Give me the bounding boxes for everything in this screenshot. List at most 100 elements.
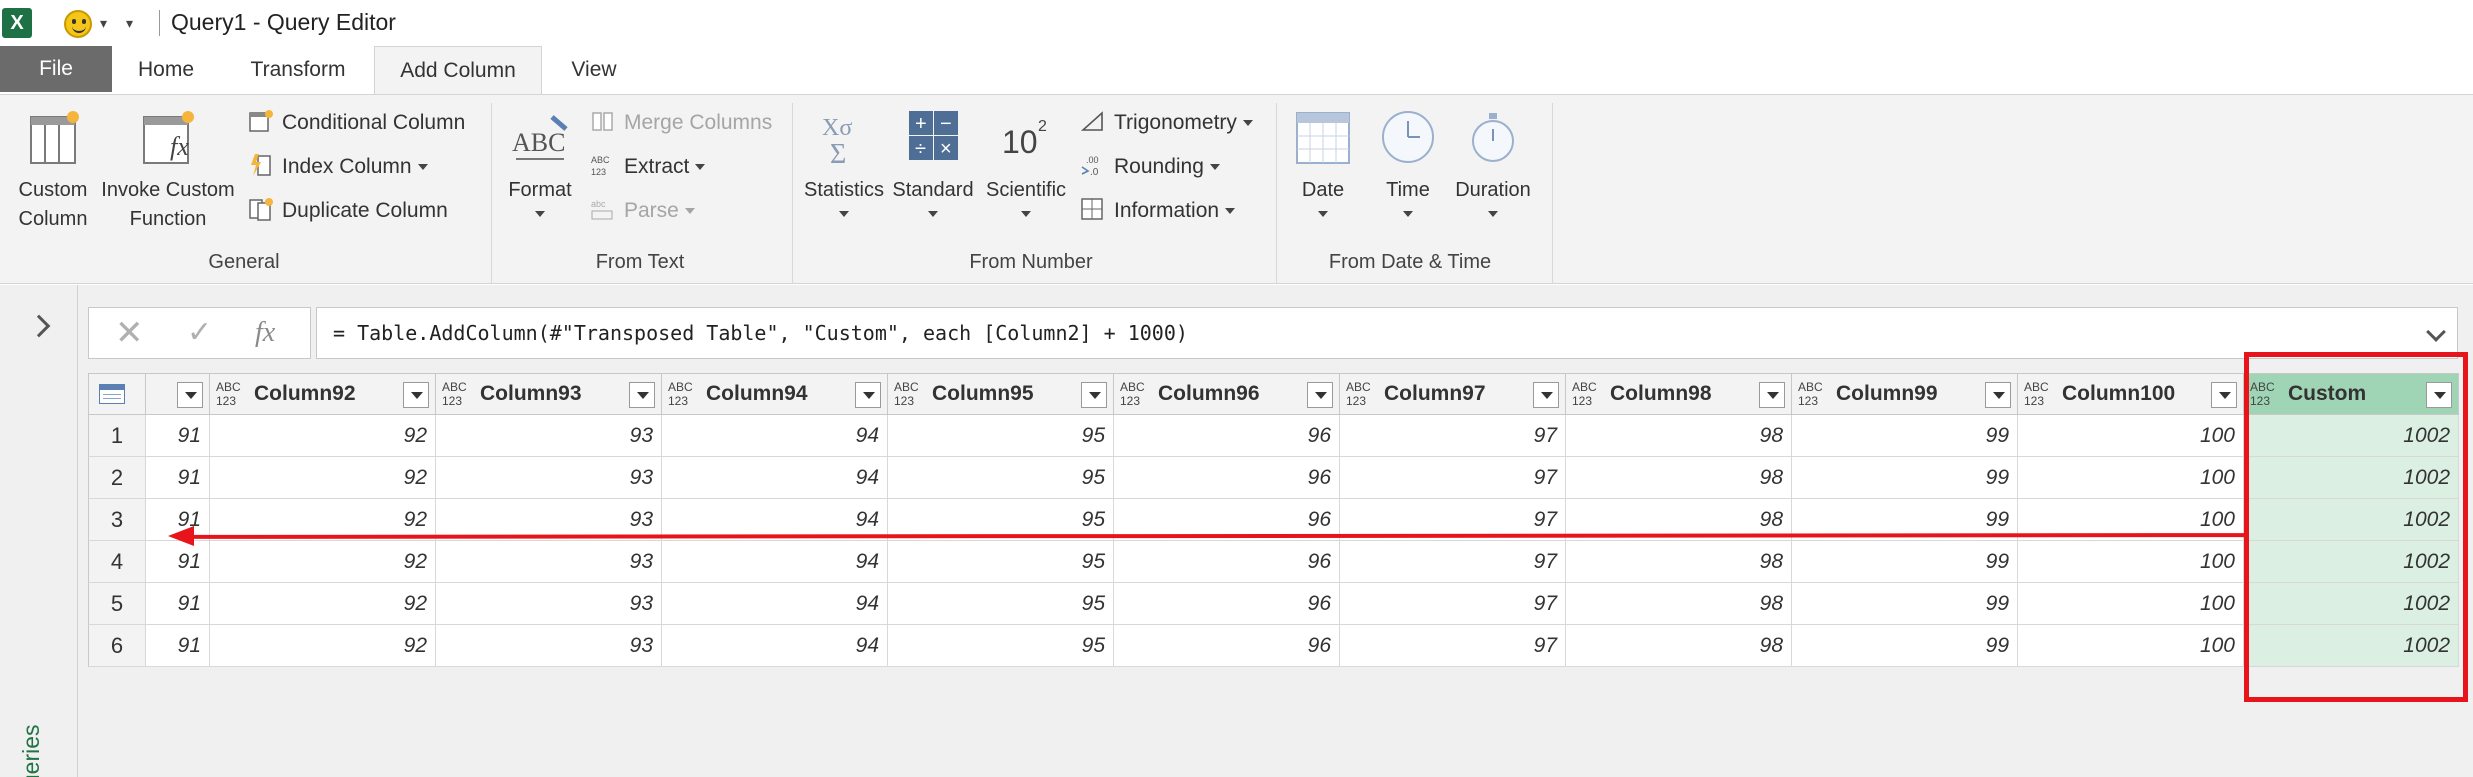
cancel-formula-icon[interactable]: ✕ (115, 316, 144, 350)
table-cell[interactable]: 97 (1340, 541, 1566, 583)
table-cell[interactable]: 98 (1566, 625, 1792, 667)
any-type-icon[interactable]: ABC 123 (668, 380, 693, 408)
smiley-feedback-icon[interactable] (64, 10, 92, 38)
table-cell[interactable]: 94 (662, 583, 888, 625)
table-cell[interactable]: 100 (2018, 625, 2244, 667)
duplicate-column-button[interactable]: Duplicate Column (248, 195, 448, 227)
merge-columns-button[interactable]: Merge Columns (590, 107, 772, 139)
table-cell[interactable]: 92 (210, 583, 436, 625)
table-cell[interactable]: 96 (1114, 625, 1340, 667)
table-cell[interactable]: 94 (662, 457, 888, 499)
conditional-column-button[interactable]: Conditional Column (248, 107, 465, 139)
column-header-column92[interactable]: ABC 123 Column92 (210, 373, 436, 415)
statistics-button[interactable]: Xσ Σ Statistics (800, 109, 888, 217)
column-header-column94[interactable]: ABC 123 Column94 (662, 373, 888, 415)
row-number[interactable]: 5 (88, 583, 146, 625)
table-cell[interactable]: 95 (888, 541, 1114, 583)
table-cell[interactable]: 94 (662, 541, 888, 583)
table-cell[interactable]: 97 (1340, 415, 1566, 457)
tab-home[interactable]: Home (128, 46, 204, 94)
table-menu-button[interactable] (88, 373, 146, 415)
row-number[interactable]: 4 (88, 541, 146, 583)
table-cell[interactable]: 98 (1566, 415, 1792, 457)
confirm-formula-icon[interactable]: ✓ (187, 318, 212, 348)
table-cell[interactable]: 91 (146, 457, 210, 499)
table-cell[interactable]: 100 (2018, 415, 2244, 457)
information-button[interactable]: Information (1080, 195, 1236, 227)
table-cell[interactable]: 91 (146, 625, 210, 667)
column-header-column98[interactable]: ABC 123 Column98 (1566, 373, 1792, 415)
table-cell[interactable]: 99 (1792, 625, 2018, 667)
table-cell[interactable]: 93 (436, 457, 662, 499)
formula-input[interactable]: = Table.AddColumn(#"Transposed Table", "… (316, 307, 2458, 359)
column-filter-dropdown-icon[interactable] (629, 382, 655, 408)
date-button[interactable]: Date (1286, 109, 1360, 217)
standard-button[interactable]: + − ÷ × Standard (888, 109, 978, 217)
table-cell[interactable]: 93 (436, 625, 662, 667)
customize-qat-icon[interactable]: ▾ (126, 15, 133, 32)
column-filter-dropdown-icon[interactable] (1081, 382, 1107, 408)
table-cell[interactable]: 92 (210, 457, 436, 499)
table-cell[interactable]: 92 (210, 625, 436, 667)
table-cell[interactable]: 99 (1792, 583, 2018, 625)
table-cell[interactable]: 97 (1340, 583, 1566, 625)
column-header-column97[interactable]: ABC 123 Column97 (1340, 373, 1566, 415)
queries-pane[interactable]: Queries (0, 285, 78, 777)
table-cell[interactable]: 98 (1566, 541, 1792, 583)
table-cell[interactable]: 98 (1566, 457, 1792, 499)
row-number[interactable]: 2 (88, 457, 146, 499)
table-cell[interactable]: 96 (1114, 457, 1340, 499)
any-type-icon[interactable]: ABC 123 (1798, 380, 1823, 408)
table-cell[interactable]: 99 (1792, 457, 2018, 499)
column-filter-dropdown-icon[interactable] (2211, 382, 2237, 408)
table-cell[interactable]: 99 (1792, 415, 2018, 457)
table-cell[interactable]: 98 (1566, 583, 1792, 625)
row-number[interactable]: 6 (88, 625, 146, 667)
table-cell[interactable]: 91 (146, 415, 210, 457)
column-filter-dropdown-icon[interactable] (1533, 382, 1559, 408)
column-filter-dropdown-icon[interactable] (1985, 382, 2011, 408)
scientific-button[interactable]: 10 2 Scientific (980, 109, 1072, 217)
tab-add-column[interactable]: Add Column (374, 46, 542, 96)
table-cell[interactable]: 100 (2018, 541, 2244, 583)
table-cell[interactable]: 97 (1340, 625, 1566, 667)
table-cell[interactable]: 97 (1340, 457, 1566, 499)
column-header-column96[interactable]: ABC 123 Column96 (1114, 373, 1340, 415)
any-type-icon[interactable]: ABC 123 (1572, 380, 1597, 408)
row-number[interactable]: 3 (88, 499, 146, 541)
table-cell[interactable]: 100 (2018, 457, 2244, 499)
time-button[interactable]: Time (1372, 109, 1444, 217)
any-type-icon[interactable]: ABC 123 (442, 380, 467, 408)
column-header-column95[interactable]: ABC 123 Column95 (888, 373, 1114, 415)
table-cell[interactable]: 94 (662, 415, 888, 457)
column-filter-dropdown-icon[interactable] (403, 382, 429, 408)
duration-button[interactable]: Duration (1448, 109, 1538, 217)
table-cell[interactable]: 93 (436, 415, 662, 457)
expand-formula-icon[interactable] (2426, 322, 2446, 342)
index-column-button[interactable]: Index Column (248, 151, 428, 183)
table-cell[interactable]: 91 (146, 583, 210, 625)
table-cell[interactable]: 96 (1114, 415, 1340, 457)
expand-queries-icon[interactable] (27, 314, 51, 338)
table-cell[interactable]: 99 (1792, 541, 2018, 583)
column-header-column99[interactable]: ABC 123 Column99 (1792, 373, 2018, 415)
column-header-partial[interactable] (146, 373, 210, 415)
table-cell[interactable]: 96 (1114, 541, 1340, 583)
row-number[interactable]: 1 (88, 415, 146, 457)
column-filter-dropdown-icon[interactable] (1759, 382, 1785, 408)
table-cell[interactable]: 100 (2018, 583, 2244, 625)
table-cell[interactable]: 92 (210, 541, 436, 583)
table-cell[interactable]: 91 (146, 541, 210, 583)
invoke-custom-function-button[interactable]: fx Invoke Custom Function (98, 109, 238, 234)
table-cell[interactable]: 95 (888, 457, 1114, 499)
extract-button[interactable]: ABC 123 Extract (590, 151, 706, 183)
format-button[interactable]: ABC Format (500, 109, 580, 217)
table-cell[interactable]: 95 (888, 625, 1114, 667)
tab-view[interactable]: View (562, 46, 626, 94)
custom-column-button[interactable]: Custom Column (10, 109, 96, 234)
feedback-dropdown-icon[interactable]: ▾ (100, 15, 107, 32)
column-filter-dropdown-icon[interactable] (1307, 382, 1333, 408)
tab-file[interactable]: File (0, 46, 112, 92)
column-filter-dropdown-icon[interactable] (177, 382, 203, 408)
table-cell[interactable]: 95 (888, 415, 1114, 457)
